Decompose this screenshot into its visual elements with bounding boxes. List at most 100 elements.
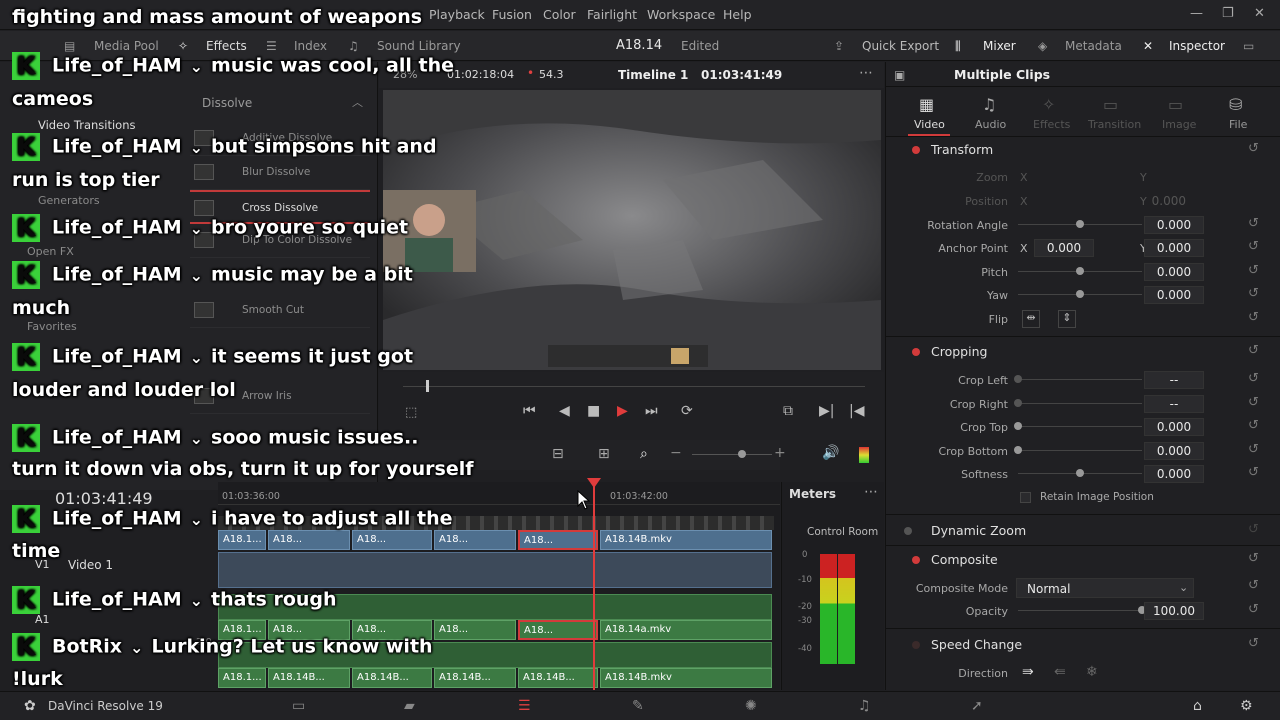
close-icon[interactable]: ✕ xyxy=(1254,6,1265,21)
more-options-icon[interactable]: ⋯ xyxy=(859,65,873,81)
crop-bottom-knob[interactable] xyxy=(1014,446,1022,454)
audio-clip[interactable]: A18... xyxy=(434,620,516,640)
menu-fusion[interactable]: Fusion xyxy=(492,7,532,22)
flip-horizontal-icon[interactable]: ⇹ xyxy=(1022,310,1040,328)
inspector-view-icon[interactable]: ▣ xyxy=(894,68,905,82)
rotation-angle-field[interactable]: 0.000 xyxy=(1144,216,1204,234)
audio-clip[interactable]: A18... xyxy=(352,620,432,640)
yaw-slider-knob[interactable] xyxy=(1076,290,1084,298)
loop-icon[interactable]: ⟳ xyxy=(681,403,693,419)
zoom-out-icon[interactable]: − xyxy=(670,445,682,461)
audio-clip[interactable]: A18.14B... xyxy=(352,668,432,688)
maximize-icon[interactable]: ❐ xyxy=(1222,6,1234,21)
monitor-icon[interactable]: ▭ xyxy=(1243,39,1254,53)
timeline-name[interactable]: Timeline 1 xyxy=(618,68,688,82)
index-button[interactable]: Index xyxy=(294,39,327,53)
audio-clip[interactable]: A18.14B... xyxy=(518,668,598,688)
sound-library-button[interactable]: Sound Library xyxy=(377,39,461,53)
reset-icon[interactable]: ↺ xyxy=(1248,343,1259,358)
video-clip-selected[interactable]: A18... xyxy=(518,530,598,550)
audio-clip[interactable]: A18.14B.mkv xyxy=(600,668,772,688)
tab-transition[interactable]: Transition xyxy=(1088,118,1141,131)
menu-playback[interactable]: Playback xyxy=(429,7,485,22)
quick-export-button[interactable]: Quick Export xyxy=(862,39,939,53)
flip-vertical-icon[interactable]: ⇕ xyxy=(1058,310,1076,328)
menu-help[interactable]: Help xyxy=(723,7,752,22)
skip-start-icon[interactable]: ⏮ xyxy=(523,403,536,419)
tab-effects[interactable]: Effects xyxy=(1033,118,1070,131)
match-frame-icon[interactable]: ⧉ xyxy=(783,403,793,419)
reset-icon[interactable]: ↺ xyxy=(1248,141,1259,156)
color-page-icon[interactable]: ✺ xyxy=(745,698,757,714)
video-viewer[interactable] xyxy=(383,90,881,370)
menu-workspace[interactable]: Workspace xyxy=(647,7,715,22)
next-edit-icon[interactable]: ▶| xyxy=(819,403,834,419)
composite-header[interactable]: Composite xyxy=(931,552,998,567)
reset-icon[interactable]: ↺ xyxy=(1248,263,1259,278)
scrubber-track[interactable] xyxy=(403,386,865,387)
audio-clip[interactable]: A18.14B... xyxy=(434,668,516,688)
yaw-field[interactable]: 0.000 xyxy=(1144,286,1204,304)
media-page-icon[interactable]: ▭ xyxy=(292,698,305,714)
transform-enable-dot[interactable] xyxy=(912,146,920,154)
skip-end-icon[interactable]: ⏭ xyxy=(645,403,658,419)
category-generators[interactable]: Generators xyxy=(38,194,100,207)
effect-additive-dissolve[interactable]: Additive Dissolve xyxy=(190,122,370,156)
viewer-zoom[interactable]: 28% xyxy=(393,68,417,81)
video-clip[interactable]: A18... xyxy=(268,530,350,550)
edit-page-icon[interactable]: ☰ xyxy=(518,698,531,714)
stop-icon[interactable]: ■ xyxy=(587,403,600,419)
metadata-button[interactable]: Metadata xyxy=(1065,39,1122,53)
category-video-transitions[interactable]: Video Transitions xyxy=(38,118,135,132)
chevron-up-icon[interactable]: ︿ xyxy=(352,94,363,110)
tab-image[interactable]: Image xyxy=(1162,118,1196,131)
video-clip[interactable]: A18... xyxy=(352,530,432,550)
pitch-field[interactable]: 0.000 xyxy=(1144,263,1204,281)
position-y-value[interactable]: 0.000 xyxy=(1126,194,1186,208)
dynamic-zoom-enable-dot[interactable] xyxy=(904,527,912,535)
reset-icon[interactable]: ↺ xyxy=(1248,310,1259,325)
opacity-field[interactable]: 100.00 xyxy=(1144,602,1204,620)
zoom-detail-icon[interactable]: ⊞ xyxy=(598,446,610,462)
effect-smooth-cut[interactable]: Smooth Cut xyxy=(190,294,370,328)
reset-icon[interactable]: ↺ xyxy=(1248,395,1259,410)
forward-direction-icon[interactable]: ⇛ xyxy=(1022,664,1034,680)
playhead[interactable] xyxy=(593,482,595,690)
zoom-custom-icon[interactable]: ⌕ xyxy=(640,446,648,462)
rotation-slider-knob[interactable] xyxy=(1076,220,1084,228)
softness-field[interactable]: 0.000 xyxy=(1144,465,1204,483)
freeze-frame-icon[interactable]: ❄ xyxy=(1086,664,1098,680)
crop-top-slider[interactable] xyxy=(1018,426,1142,427)
reset-icon[interactable]: ↺ xyxy=(1248,465,1259,480)
crop-right-slider[interactable] xyxy=(1018,403,1142,404)
crop-top-field[interactable]: 0.000 xyxy=(1144,418,1204,436)
anchor-x-field[interactable]: 0.000 xyxy=(1034,239,1094,257)
play-icon[interactable]: ▶ xyxy=(617,403,628,419)
cut-page-icon[interactable]: ▰ xyxy=(404,698,415,714)
reset-icon[interactable]: ↺ xyxy=(1248,636,1259,651)
meters-options-icon[interactable]: ⋯ xyxy=(864,484,878,500)
reset-icon[interactable]: ↺ xyxy=(1248,418,1259,433)
meter-toggle-icon[interactable] xyxy=(859,447,869,463)
crop-bottom-slider[interactable] xyxy=(1018,450,1142,451)
reverse-direction-icon[interactable]: ⇚ xyxy=(1054,664,1066,680)
crop-top-knob[interactable] xyxy=(1014,422,1022,430)
zoom-fit-icon[interactable]: ⊟ xyxy=(552,446,564,462)
scrubber-handle[interactable] xyxy=(426,380,429,392)
settings-gear-icon[interactable]: ⚙ xyxy=(1240,698,1253,714)
anchor-y-field[interactable]: 0.000 xyxy=(1144,239,1204,257)
reset-icon[interactable]: ↺ xyxy=(1248,602,1259,617)
step-back-icon[interactable]: ◀ xyxy=(559,403,570,419)
fairlight-page-icon[interactable]: ♫ xyxy=(858,698,871,714)
tab-audio[interactable]: Audio xyxy=(975,118,1006,131)
video-clip[interactable]: A18.14B.mkv xyxy=(600,530,772,550)
reset-icon[interactable]: ↺ xyxy=(1248,442,1259,457)
cropping-header[interactable]: Cropping xyxy=(931,344,987,359)
audio-clip[interactable]: A18.14B... xyxy=(268,668,350,688)
crop-left-field[interactable]: -- xyxy=(1144,371,1204,389)
audio-clip[interactable]: A18.14a.mkv xyxy=(600,620,772,640)
cropping-enable-dot[interactable] xyxy=(912,348,920,356)
opacity-slider[interactable] xyxy=(1018,610,1142,611)
audio-clip[interactable]: A18.1... xyxy=(218,668,266,688)
transform-header[interactable]: Transform xyxy=(931,142,993,157)
